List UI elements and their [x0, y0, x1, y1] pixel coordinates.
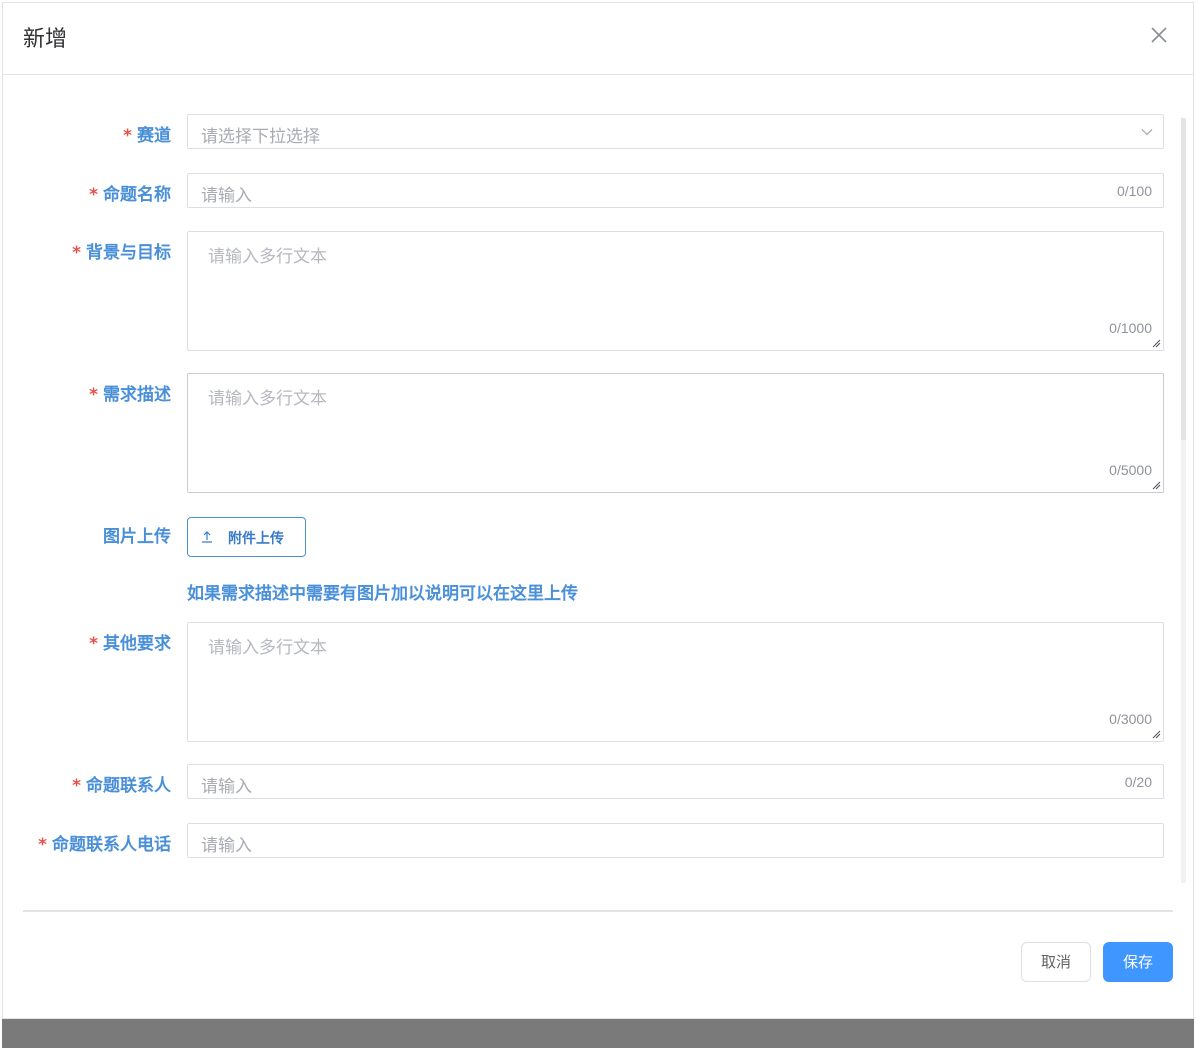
contact-phone-input[interactable]: 请输入: [187, 823, 1164, 858]
other-label: * 其他要求: [89, 634, 171, 654]
close-icon[interactable]: [1147, 23, 1171, 47]
background-counter: 0/1000: [1109, 320, 1152, 336]
other-counter: 0/3000: [1109, 711, 1152, 727]
save-button[interactable]: 保存: [1103, 942, 1173, 982]
contact-label: * 命题联系人: [72, 776, 171, 796]
contact-input[interactable]: 请输入 0/20: [187, 764, 1164, 799]
other-textarea[interactable]: 请输入多行文本 0/3000: [187, 622, 1164, 742]
required-mark: *: [38, 835, 47, 855]
required-mark: *: [89, 634, 98, 654]
dialog-body[interactable]: * 赛道 请选择下拉选择 * 命题名称 请输入 0/100 * 背景与目标 请输入多行…: [3, 76, 1193, 884]
requirement-textarea[interactable]: 请输入多行文本 0/5000: [187, 373, 1164, 493]
contact-placeholder: 请输入: [201, 777, 252, 797]
requirement-counter: 0/5000: [1109, 462, 1152, 478]
topic-name-input[interactable]: 请输入 0/100: [187, 173, 1164, 208]
dialog-title: 新增: [23, 27, 68, 52]
requirement-placeholder: 请输入多行文本: [208, 389, 327, 409]
topic-name-placeholder: 请输入: [201, 186, 252, 206]
background-placeholder: 请输入多行文本: [208, 247, 327, 267]
chevron-down-icon: [1141, 129, 1153, 136]
add-dialog: 新增 * 赛道 请选择下拉选择 * 命题名称 请输入 0/100 * 背景与目标 请: [2, 2, 1194, 1019]
required-mark: *: [89, 385, 98, 405]
topic-name-counter: 0/100: [1116, 183, 1152, 199]
resize-handle-icon[interactable]: [1151, 729, 1161, 739]
topic-name-label: * 命题名称: [89, 185, 171, 205]
track-label: * 赛道: [123, 126, 171, 146]
required-mark: *: [72, 243, 81, 263]
track-select[interactable]: 请选择下拉选择: [187, 114, 1164, 149]
required-mark: *: [123, 126, 132, 146]
background-textarea[interactable]: 请输入多行文本 0/1000: [187, 231, 1164, 351]
cancel-button[interactable]: 取消: [1021, 942, 1091, 982]
upload-hint: 如果需求描述中需要有图片加以说明可以在这里上传: [187, 584, 578, 604]
scrollbar-thumb[interactable]: [1181, 118, 1186, 440]
footer-divider: [23, 910, 1173, 912]
track-placeholder: 请选择下拉选择: [201, 127, 320, 147]
contact-counter: 0/20: [1124, 774, 1152, 790]
upload-attachment-button[interactable]: 附件上传: [187, 517, 306, 557]
scrollbar[interactable]: [1181, 118, 1186, 883]
overlay-bottom-bar: [2, 1019, 1194, 1048]
upload-button-label: 附件上传: [228, 531, 284, 547]
requirement-label: * 需求描述: [89, 385, 171, 405]
required-mark: *: [89, 185, 98, 205]
dialog-header: 新增: [3, 3, 1193, 75]
upload-icon: [202, 531, 212, 543]
contact-phone-placeholder: 请输入: [201, 836, 252, 856]
image-upload-label: 图片上传: [103, 527, 171, 547]
contact-phone-label: * 命题联系人电话: [38, 835, 171, 855]
background-label: * 背景与目标: [72, 243, 171, 263]
required-mark: *: [72, 776, 81, 796]
resize-handle-icon[interactable]: [1151, 338, 1161, 348]
other-placeholder: 请输入多行文本: [208, 638, 327, 658]
resize-handle-icon[interactable]: [1151, 480, 1161, 490]
